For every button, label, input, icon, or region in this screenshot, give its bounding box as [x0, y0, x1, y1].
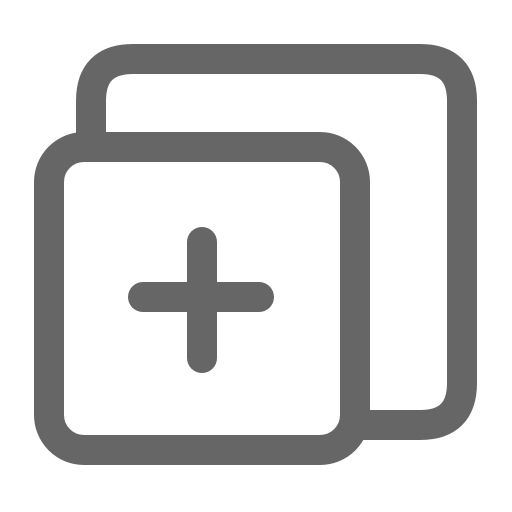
- back-square-outline: [76, 44, 477, 440]
- add-copy-icon[interactable]: [0, 0, 512, 512]
- add-copy-icon-svg: [34, 44, 477, 465]
